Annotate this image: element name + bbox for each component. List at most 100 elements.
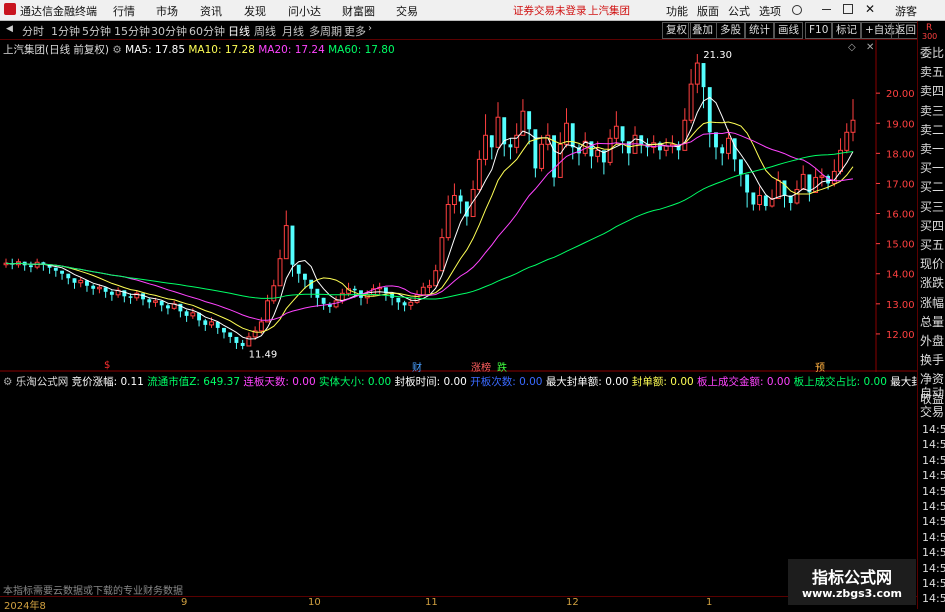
candle-body[interactable]: [539, 143, 545, 169]
tab-15min[interactable]: 15分钟: [114, 23, 150, 39]
candle-body[interactable]: [96, 286, 102, 290]
candle-body[interactable]: [190, 312, 196, 317]
button-diejia[interactable]: 叠加: [688, 22, 717, 39]
candle-body[interactable]: [682, 119, 688, 151]
candle-body[interactable]: [178, 303, 183, 312]
candle-body[interactable]: [757, 194, 763, 206]
button-biaoji[interactable]: 标记: [832, 22, 861, 39]
candle-body[interactable]: [458, 195, 463, 202]
sidebar-item-13[interactable]: 涨幅: [920, 294, 944, 311]
tab-fenshi[interactable]: 分时: [22, 23, 44, 39]
candle-body[interactable]: [228, 332, 233, 337]
candle-body[interactable]: [396, 297, 401, 303]
button-duogu[interactable]: 多股: [716, 22, 745, 39]
candle-body[interactable]: [738, 159, 743, 175]
sidebar-item-14[interactable]: 总量: [920, 313, 944, 330]
candle-body[interactable]: [109, 291, 114, 295]
candle-body[interactable]: [732, 138, 737, 160]
candle-body[interactable]: [707, 87, 712, 133]
sidebar-item-19[interactable]: 自动: [920, 384, 944, 401]
candle-body[interactable]: [283, 225, 289, 260]
indicator-settings-icon[interactable]: ⚙: [3, 376, 12, 388]
button-f10[interactable]: F10: [805, 22, 833, 39]
candle-body[interactable]: [694, 62, 700, 85]
candle-body[interactable]: [402, 302, 407, 306]
kline-chart[interactable]: 20.00 19.00 18.00 17.00 16.00 15.00 14.00 13.00…: [0, 40, 917, 372]
candle-body[interactable]: [745, 174, 750, 193]
candle-body[interactable]: [122, 290, 127, 297]
indicator-name[interactable]: 乐淘公式网: [16, 376, 69, 388]
candle-body[interactable]: [290, 225, 295, 265]
menu-hangqing[interactable]: 行情: [113, 3, 135, 19]
menu-caifuquan[interactable]: 财富圈: [342, 3, 375, 19]
candle-body[interactable]: [240, 342, 245, 346]
candle-body[interactable]: [321, 297, 326, 304]
tab-more[interactable]: 更多: [344, 23, 366, 39]
menu-shichang[interactable]: 市场: [156, 3, 178, 19]
candle-body[interactable]: [66, 273, 71, 279]
candle-body[interactable]: [303, 273, 307, 280]
marker-forecast[interactable]: 预: [815, 359, 825, 374]
sidebar-item-2[interactable]: 卖四: [920, 82, 944, 99]
sidebar-item-10[interactable]: 买五: [920, 236, 944, 253]
candle-body[interactable]: [595, 149, 601, 157]
candle-body[interactable]: [688, 83, 694, 121]
guest-label[interactable]: 游客: [895, 3, 917, 19]
candle-body[interactable]: [751, 192, 756, 205]
candle-body[interactable]: [726, 137, 731, 154]
menu-faxian[interactable]: 发现: [244, 3, 266, 19]
menu-gongshi[interactable]: 公式: [728, 3, 750, 19]
tab-60min[interactable]: 60分钟: [189, 23, 225, 39]
candle-body[interactable]: [408, 301, 414, 306]
sidebar-item-4[interactable]: 卖二: [920, 121, 944, 138]
candle-body[interactable]: [296, 264, 301, 274]
button-huaxian[interactable]: 画线: [774, 22, 803, 39]
candle-body[interactable]: [53, 267, 58, 271]
candle-body[interactable]: [209, 321, 214, 326]
candle-body[interactable]: [234, 336, 239, 343]
menu-xuanxiang[interactable]: 选项: [759, 3, 781, 19]
candle-body[interactable]: [445, 204, 451, 239]
tab-5min[interactable]: 5分钟: [82, 23, 111, 39]
sidebar-item-6[interactable]: 买一: [920, 159, 944, 176]
sidebar-item-0[interactable]: 委比: [920, 44, 944, 61]
button-back[interactable]: 返回: [891, 22, 920, 39]
tab-weekly[interactable]: 周线: [254, 23, 276, 39]
candle-body[interactable]: [352, 288, 357, 291]
user-icon[interactable]: [792, 5, 802, 15]
menu-gongneng[interactable]: 功能: [666, 3, 688, 19]
candle-body[interactable]: [620, 126, 625, 142]
candle-body[interactable]: [277, 258, 283, 287]
sidebar-item-1[interactable]: 卖五: [920, 63, 944, 80]
candle-body[interactable]: [720, 147, 725, 154]
sidebar-item-3[interactable]: 卖三: [920, 102, 944, 119]
candle-body[interactable]: [258, 321, 264, 332]
marker-rise-list[interactable]: 涨榜: [471, 359, 491, 374]
tab-monthly[interactable]: 月线: [282, 23, 304, 39]
candle-body[interactable]: [147, 299, 152, 303]
candle-body[interactable]: [203, 320, 208, 325]
maximize-icon[interactable]: [843, 4, 853, 14]
marker-fall[interactable]: 跌: [497, 359, 507, 374]
candle-body[interactable]: [222, 327, 226, 333]
candle-body[interactable]: [570, 123, 575, 148]
sidebar-item-20[interactable]: 交易: [920, 403, 944, 420]
candle-body[interactable]: [819, 175, 825, 178]
candle-body[interactable]: [763, 195, 768, 207]
candle-body[interactable]: [451, 194, 457, 206]
sidebar-item-8[interactable]: 买三: [920, 198, 944, 215]
sidebar-item-5[interactable]: 卖一: [920, 140, 944, 157]
marker-finance[interactable]: 财: [412, 359, 422, 374]
menu-banmian[interactable]: 版面: [697, 3, 719, 19]
candle-body[interactable]: [128, 296, 133, 298]
tab-1min[interactable]: 1分钟: [51, 23, 80, 39]
sidebar-item-16[interactable]: 换手: [920, 351, 944, 368]
login-warning[interactable]: 证券交易未登录: [513, 3, 587, 18]
marker-dollar[interactable]: $: [104, 360, 110, 371]
candle-body[interactable]: [613, 125, 619, 139]
button-tongji[interactable]: 统计: [745, 22, 774, 39]
candle-body[interactable]: [420, 286, 426, 296]
sidebar-item-15[interactable]: 外盘: [920, 332, 944, 349]
tab-30min[interactable]: 30分钟: [151, 23, 187, 39]
candle-body[interactable]: [850, 119, 856, 133]
